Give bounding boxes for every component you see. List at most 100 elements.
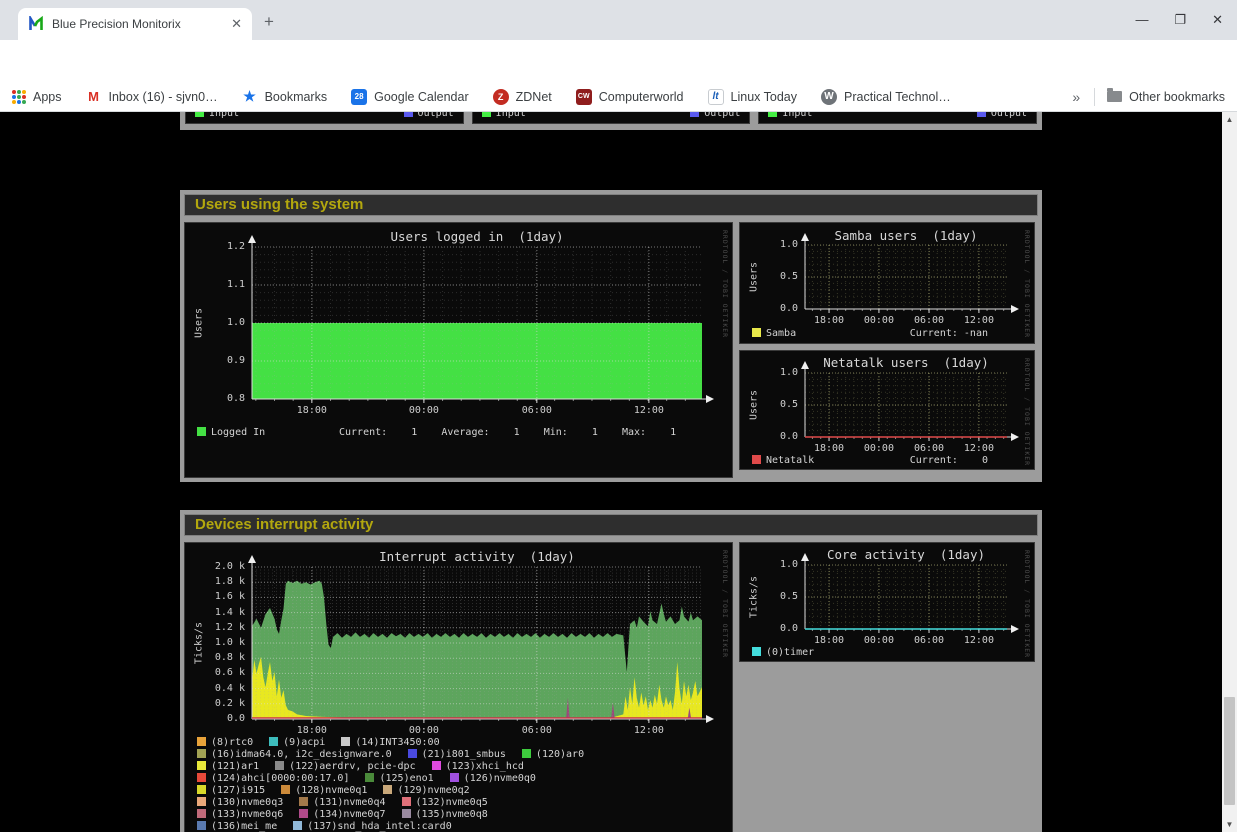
legend-item: (137)snd_hda_intel:card0: [293, 821, 452, 832]
core-activity-graph[interactable]: Core activity (1day)RRDTOOL / TOBI OETIK…: [739, 542, 1035, 662]
legend-swatch: [299, 809, 308, 818]
legend-swatch: [197, 737, 206, 746]
y-tick-label: 0.0: [740, 623, 798, 634]
legend-item: (131)nvme0q4: [299, 797, 385, 808]
bookmark-apps[interactable]: Apps: [12, 90, 62, 104]
x-tick-label: 18:00: [807, 635, 851, 646]
network-graph-1[interactable]: Input Output: [185, 112, 464, 124]
folder-icon: [1107, 91, 1122, 102]
input-swatch: [768, 112, 777, 117]
chart-title: Netatalk users (1day): [805, 355, 1007, 370]
legend-swatch: [432, 761, 441, 770]
legend-swatch: [752, 455, 761, 464]
legend-swatch: [197, 749, 206, 758]
network-graph-2[interactable]: Input Output: [472, 112, 751, 124]
monitorix-page: Input Output Input Output Input Output U…: [0, 112, 1222, 832]
legend-item: (9)acpi: [269, 737, 325, 748]
samba-users-graph[interactable]: Samba users (1day)RRDTOOL / TOBI OETIKER…: [739, 222, 1035, 344]
legend-swatch: [269, 737, 278, 746]
scroll-up-icon[interactable]: ▲: [1222, 112, 1237, 127]
window-close-icon[interactable]: ✕: [1212, 12, 1223, 28]
legend-swatch: [402, 809, 411, 818]
window-minimize-icon[interactable]: —: [1135, 12, 1148, 28]
scroll-down-icon[interactable]: ▼: [1222, 817, 1237, 832]
wordpress-icon: W: [821, 89, 837, 105]
y-tick-label: 0.5: [740, 271, 798, 282]
x-tick-label: 00:00: [857, 635, 901, 646]
y-tick-label: 1.0: [185, 317, 245, 328]
y-tick-label: 1.0 k: [185, 637, 245, 648]
y-tick-label: 1.8 k: [185, 576, 245, 587]
legend-item: (129)nvme0q2: [383, 785, 469, 796]
x-tick-label: 06:00: [907, 635, 951, 646]
legend-item: (128)nvme0q1: [281, 785, 367, 796]
x-tick-label: 18:00: [807, 315, 851, 326]
legend-item: (125)eno1: [365, 773, 433, 784]
legend-item: (135)nvme0q8: [402, 809, 488, 820]
output-swatch: [690, 112, 699, 117]
chart-legend: SambaCurrent: -nan: [752, 328, 1026, 339]
output-swatch: [404, 112, 413, 117]
x-tick-label: 06:00: [907, 443, 951, 454]
input-swatch: [482, 112, 491, 117]
legend-item: Samba: [752, 328, 796, 339]
tab-close-icon[interactable]: ✕: [231, 16, 242, 32]
window-maximize-icon[interactable]: ❐: [1174, 12, 1186, 28]
star-icon: ★: [242, 89, 258, 105]
legend-swatch: [408, 749, 417, 758]
bookmark-computerworld[interactable]: CW Computerworld: [576, 89, 684, 105]
x-tick-label: 12:00: [957, 315, 1001, 326]
x-tick-label: 00:00: [857, 443, 901, 454]
y-tick-label: 0.0: [740, 303, 798, 314]
apps-grid-icon: [12, 90, 26, 104]
chart-legend-row: (8)rtc0(9)acpi(14)INT3450:00: [197, 737, 440, 748]
users-plot: [185, 223, 734, 479]
legend-output: Output: [690, 112, 740, 119]
bookmarks-bar: Apps M Inbox (16) - sjvn0… ★ Bookmarks 2…: [0, 82, 1237, 112]
network-graph-3[interactable]: Input Output: [758, 112, 1037, 124]
tab-title: Blue Precision Monitorix: [52, 17, 225, 31]
other-bookmarks[interactable]: Other bookmarks: [1107, 90, 1225, 104]
new-tab-button[interactable]: +: [264, 12, 274, 32]
users-logged-in-graph[interactable]: Users logged in (1day)RRDTOOL / TOBI OET…: [184, 222, 733, 478]
legend-item: (133)nvme0q6: [197, 809, 283, 820]
legend-swatch: [197, 821, 206, 830]
bookmark-practical-technology[interactable]: W Practical Technol…: [821, 89, 951, 105]
x-tick-label: 00:00: [402, 405, 446, 416]
bookmark-google-calendar[interactable]: 28 Google Calendar: [351, 89, 469, 105]
scrollbar-thumb[interactable]: [1224, 697, 1235, 805]
rrdtool-watermark: RRDTOOL / TOBI OETIKER: [1023, 230, 1031, 338]
gmail-icon: M: [86, 89, 102, 105]
network-graphs-partial-row: Input Output Input Output Input Output: [180, 112, 1042, 130]
legend-swatch: [522, 749, 531, 758]
legend-item: (120)ar0: [522, 749, 584, 760]
bookmark-zdnet[interactable]: Z ZDNet: [493, 89, 552, 105]
chart-legend-row: (136)mei_me(137)snd_hda_intel:card0: [197, 821, 452, 832]
y-tick-label: 1.2 k: [185, 622, 245, 633]
interrupt-activity-graph[interactable]: Interrupt activity (1day)RRDTOOL / TOBI …: [184, 542, 733, 832]
y-tick-label: 0.0: [740, 431, 798, 442]
netatalk-users-graph[interactable]: Netatalk users (1day)RRDTOOL / TOBI OETI…: [739, 350, 1035, 470]
legend-input: Input: [195, 112, 239, 119]
monitorix-favicon: [28, 16, 44, 32]
y-tick-label: 1.4 k: [185, 607, 245, 618]
page-scrollbar[interactable]: ▲ ▼: [1222, 112, 1237, 832]
legend-item: Netatalk: [752, 455, 814, 466]
x-tick-label: 00:00: [402, 725, 446, 736]
chart-legend: NetatalkCurrent: 0: [752, 455, 1026, 466]
bookmark-linux-today[interactable]: lt Linux Today: [708, 89, 798, 105]
legend-item: (132)nvme0q5: [402, 797, 488, 808]
x-tick-label: 00:00: [857, 315, 901, 326]
bookmark-bookmarks[interactable]: ★ Bookmarks: [242, 89, 328, 105]
x-tick-label: 18:00: [290, 725, 334, 736]
bookmarks-overflow-chevron[interactable]: »: [1072, 89, 1080, 105]
section-title-users: Users using the system: [184, 194, 1038, 216]
bookmark-inbox[interactable]: M Inbox (16) - sjvn0…: [86, 89, 218, 105]
y-tick-label: 1.0: [740, 367, 798, 378]
x-tick-label: 12:00: [957, 443, 1001, 454]
input-swatch: [195, 112, 204, 117]
chart-legend-row: (130)nvme0q3(131)nvme0q4(132)nvme0q5: [197, 797, 488, 808]
chart-title: Interrupt activity (1day): [252, 549, 702, 564]
x-tick-label: 18:00: [290, 405, 334, 416]
browser-tab[interactable]: Blue Precision Monitorix ✕: [18, 8, 252, 40]
